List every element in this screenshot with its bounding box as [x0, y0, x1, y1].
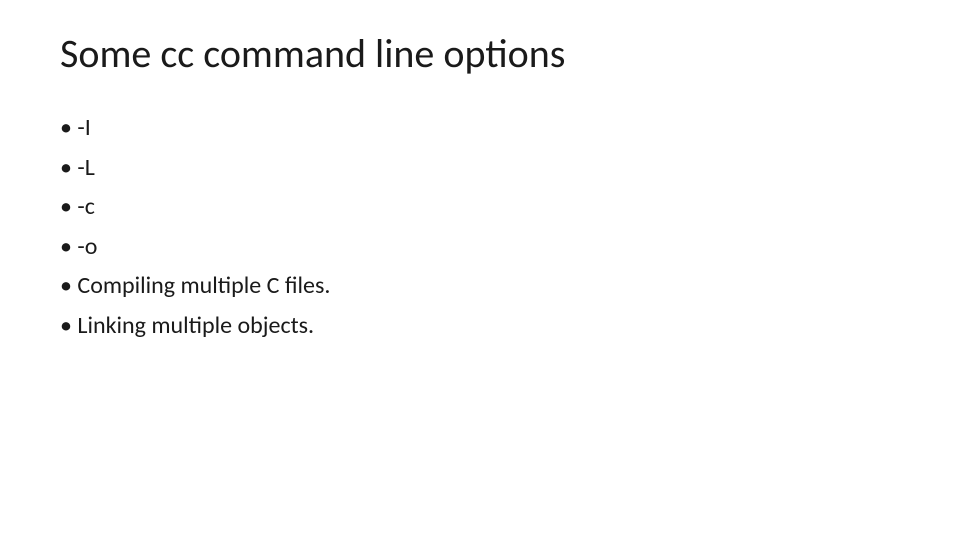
list-item: Linking multiple objects.: [60, 306, 900, 346]
list-item: Compiling multiple C files.: [60, 266, 900, 306]
slide: Some cc command line options -I -L -c -o…: [0, 0, 960, 540]
bullet-list: -I -L -c -o Compiling multiple C files. …: [60, 108, 900, 346]
list-item: -o: [60, 227, 900, 267]
list-item: -L: [60, 148, 900, 188]
list-item: -I: [60, 108, 900, 148]
list-item: -c: [60, 187, 900, 227]
slide-title: Some cc command line options: [60, 30, 900, 78]
